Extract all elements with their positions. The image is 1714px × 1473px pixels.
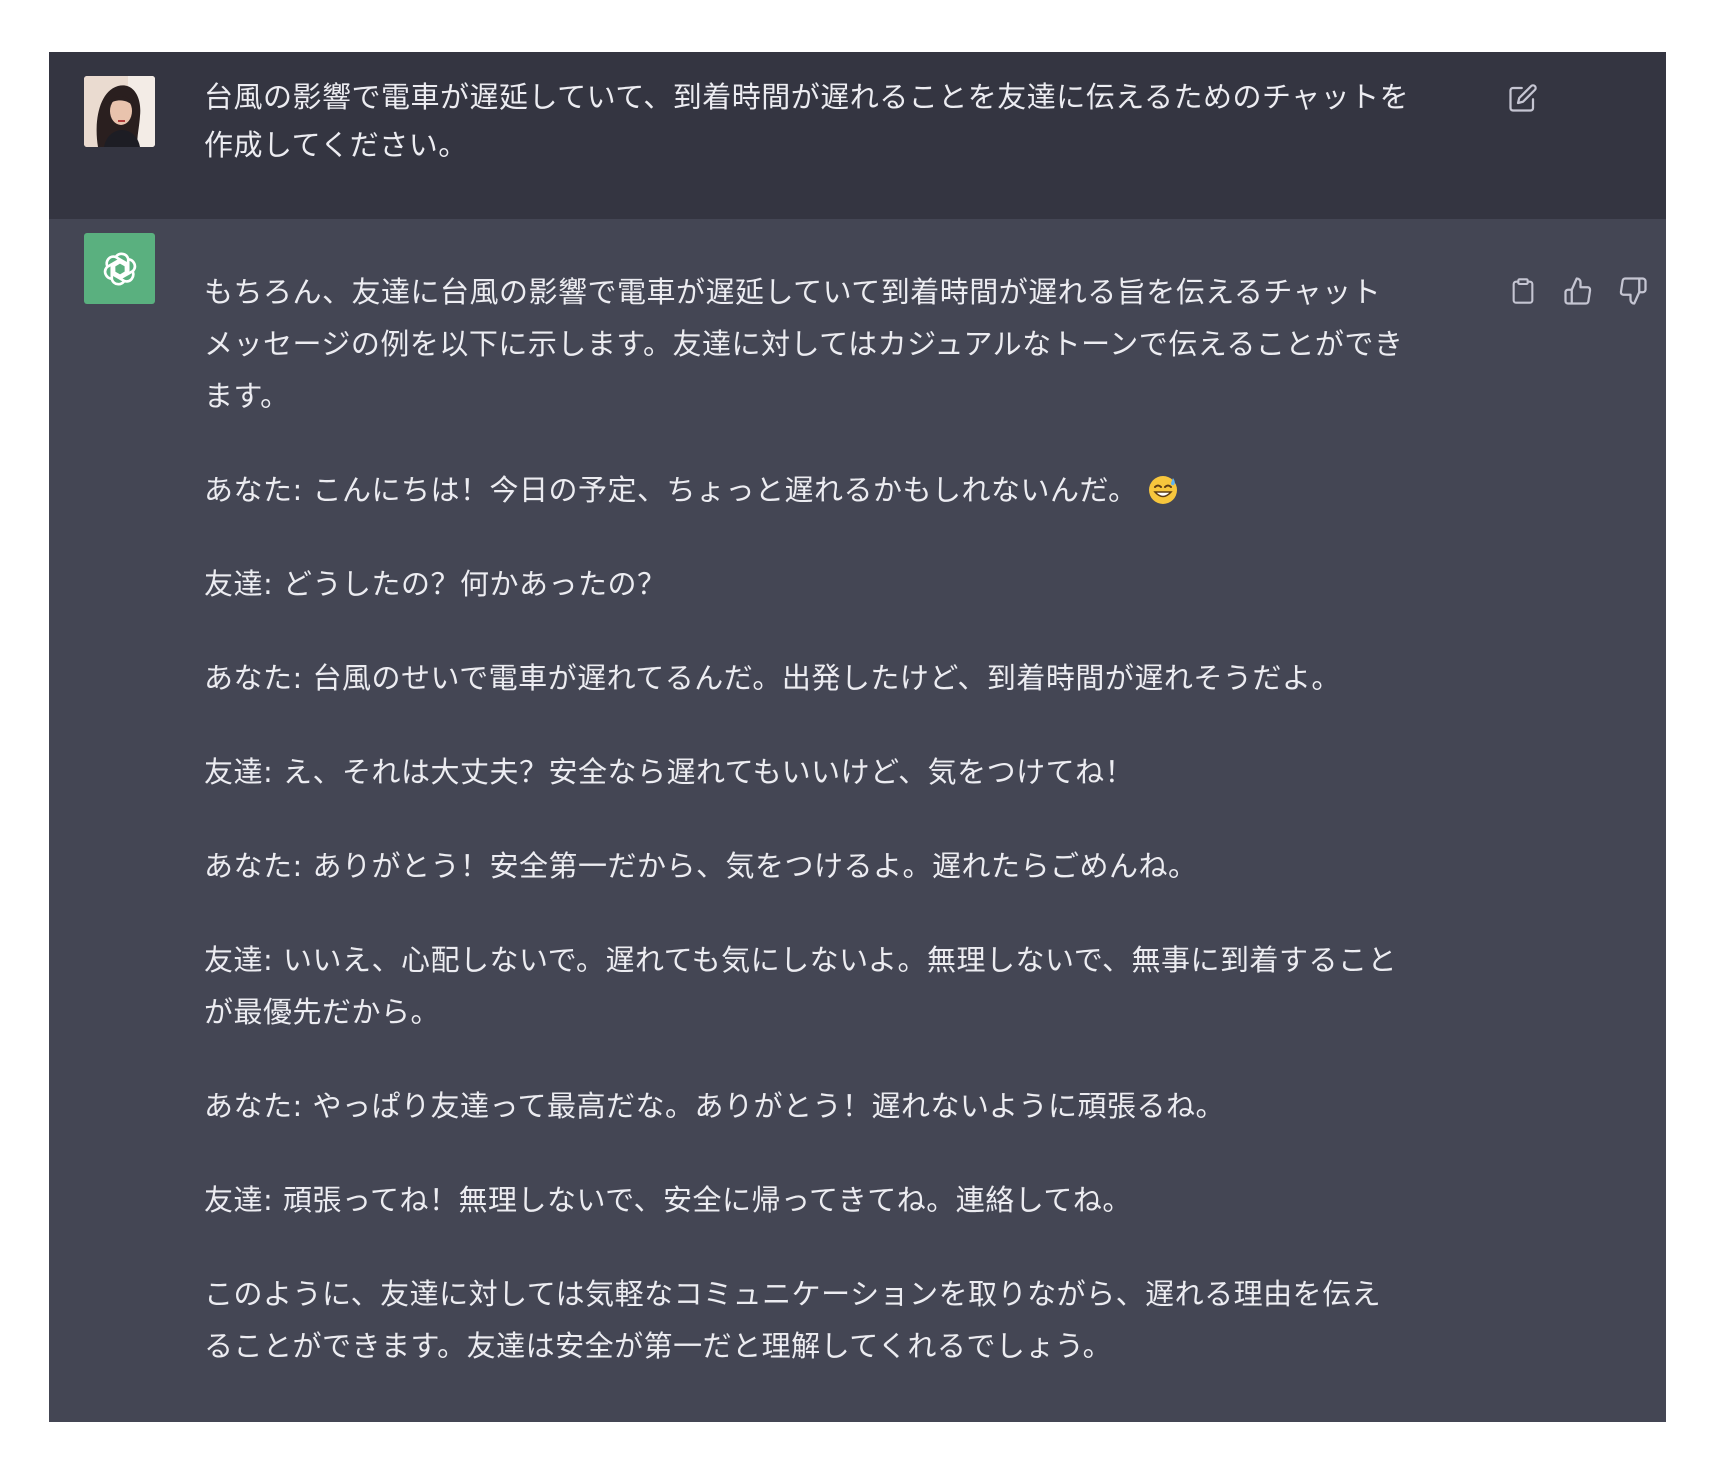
assistant-avatar <box>84 233 155 304</box>
edit-message-button[interactable] <box>1505 80 1541 116</box>
user-avatar-photo-icon <box>84 76 155 147</box>
assistant-paragraph: あなた: やっぱり友達って最高だな。ありがとう！遅れないように頑張るね。 <box>204 1089 1225 1123</box>
user-message-row: 台風の影響で電車が遅延していて、到着時間が遅れることを友達に伝えるためのチャット… <box>49 52 1666 219</box>
user-avatar <box>84 76 155 147</box>
chat-thread: 台風の影響で電車が遅延していて、到着時間が遅れることを友達に伝えるためのチャット… <box>49 52 1666 1422</box>
chat-line-text: あなた: こんにちは！今日の予定、ちょっと遅れるかもしれないんだ。 <box>204 473 1138 507</box>
openai-logo-icon <box>103 252 136 285</box>
assistant-paragraph: このように、友達に対しては気軽なコミュニケーションを取りながら、遅れる理由を伝え… <box>204 1277 1382 1363</box>
assistant-paragraph: あなた: 台風のせいで電車が遅れてるんだ。出発したけど、到着時間が遅れそうだよ。 <box>204 661 1341 695</box>
assistant-paragraph: あなた: ありがとう！安全第一だから、気をつけるよ。遅れたらごめんね。 <box>204 849 1198 883</box>
assistant-paragraph: 友達: 頑張ってね！無理しないで、安全に帰ってきてね。連絡してね。 <box>204 1183 1132 1217</box>
assistant-message-row: もちろん、友達に台風の影響で電車が遅延していて到着時間が遅れる旨を伝えるチャット… <box>49 219 1666 1422</box>
assistant-paragraph: 友達: え、それは大丈夫？安全なら遅れてもいいけど、気をつけてね！ <box>204 755 1135 789</box>
thumbs-down-button[interactable] <box>1615 273 1651 309</box>
assistant-paragraph: 友達: どうしたの？何かあったの？ <box>204 567 667 601</box>
assistant-message-text: もちろん、友達に台風の影響で電車が遅延していて到着時間が遅れる旨を伝えるチャット… <box>204 266 1534 1372</box>
copy-button[interactable] <box>1505 273 1541 309</box>
assistant-paragraph: 友達: いいえ、心配しないで。遅れても気にしないよ。無理しないで、無事に到着する… <box>204 943 1398 1029</box>
thumbs-up-button[interactable] <box>1560 273 1596 309</box>
thumbs-down-icon <box>1619 277 1647 305</box>
clipboard-icon <box>1512 278 1534 304</box>
assistant-paragraph: あなた: こんにちは！今日の予定、ちょっと遅れるかもしれないんだ。 <box>204 464 1534 516</box>
assistant-paragraph: もちろん、友達に台風の影響で電車が遅延していて到着時間が遅れる旨を伝えるチャット… <box>204 275 1404 413</box>
user-message-text: 台風の影響で電車が遅延していて、到着時間が遅れることを友達に伝えるためのチャット… <box>204 73 1534 169</box>
edit-icon <box>1509 84 1537 112</box>
thumbs-up-icon <box>1564 277 1592 305</box>
grinning-sweat-emoji-icon <box>1148 476 1177 504</box>
user-prompt: 台風の影響で電車が遅延していて、到着時間が遅れることを友達に伝えるためのチャット… <box>204 80 1410 162</box>
